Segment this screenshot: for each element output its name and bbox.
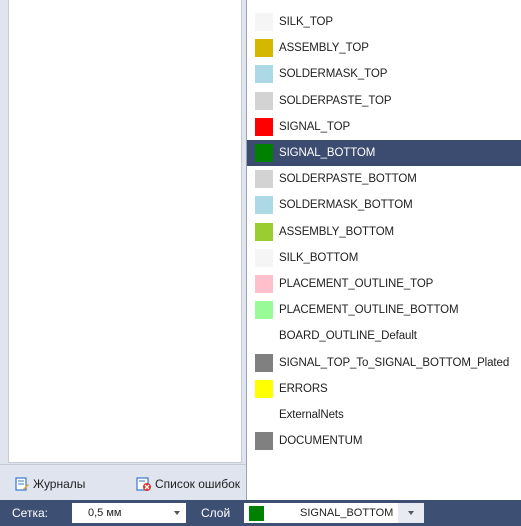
layer-item-label: SOLDERMASK_TOP <box>279 68 388 81</box>
layer-color-swatch <box>255 65 273 84</box>
layer-item[interactable]: SIGNAL_TOP <box>247 114 521 140</box>
layer-item[interactable]: SOLDERPASTE_TOP <box>247 88 521 114</box>
chevron-down-icon <box>174 511 180 515</box>
layer-item-label: SOLDERPASTE_TOP <box>279 94 392 107</box>
layer-item[interactable]: PLACEMENT_OUTLINE_TOP <box>247 271 521 297</box>
layer-color-swatch <box>255 39 273 58</box>
layer-item[interactable]: ASSEMBLY_TOP <box>247 35 521 61</box>
layer-item[interactable]: SILK_TOP <box>247 9 521 35</box>
document-area <box>0 0 246 464</box>
layer-item[interactable]: SOLDERMASK_BOTTOM <box>247 192 521 218</box>
layer-item-label: SILK_TOP <box>279 16 333 28</box>
layer-item-label: ASSEMBLY_TOP <box>279 42 369 55</box>
layer-color-swatch <box>255 144 273 162</box>
layer-item-label: SOLDERMASK_BOTTOM <box>279 199 413 212</box>
layer-color-swatch <box>255 301 273 320</box>
tab-errors-list[interactable]: Список ошибок <box>136 475 246 493</box>
layer-item-label: SIGNAL_TOP_To_SIGNAL_BOTTOM_Plated <box>279 356 510 369</box>
chevron-down-icon <box>408 511 414 515</box>
layer-dropdown-list: SILK_TOP ASSEMBLY_TOP SOLDERMASK_TOP SOLDER… <box>246 0 521 500</box>
layer-item-label: SILK_BOTTOM <box>279 251 359 264</box>
layer-color-swatch <box>255 327 273 346</box>
layer-item-label: DOCUMENTUM <box>279 435 363 448</box>
status-bar: Сетка: 0,5 мм Слой SIGNAL_BOTTOM <box>0 500 521 526</box>
layer-color-swatch <box>255 379 273 398</box>
tab-errors-label: Список ошибок <box>155 477 241 491</box>
layer-select[interactable]: SIGNAL_BOTTOM <box>244 503 424 523</box>
layer-item[interactable]: ExternalNets <box>247 402 521 428</box>
grid-value: 0,5 мм <box>88 507 122 519</box>
layer-item[interactable]: SIGNAL_TOP_To_SIGNAL_BOTTOM_Plated <box>247 350 521 376</box>
layer-color-swatch <box>255 170 273 189</box>
layer-item-label: ERRORS <box>279 382 328 395</box>
layer-item[interactable]: DOCUMENTUM <box>247 428 521 454</box>
layer-item-label: SOLDERPASTE_BOTTOM <box>279 173 417 186</box>
grid-select[interactable]: 0,5 мм <box>72 503 186 523</box>
layer-item-label: ExternalNets <box>279 409 344 421</box>
layer-color-swatch <box>255 248 273 267</box>
layer-item[interactable]: SILK_BOTTOM <box>247 245 521 271</box>
layer-color-swatch <box>255 13 273 31</box>
layer-color-swatch <box>255 275 273 293</box>
grid-label: Сетка: <box>12 506 48 520</box>
layer-item-label: BOARD_OUTLINE_Default <box>279 330 417 343</box>
tab-journals[interactable]: Журналы <box>14 475 85 493</box>
layer-color-swatch <box>255 406 273 424</box>
layer-item[interactable]: BOARD_OUTLINE_Default <box>247 323 521 349</box>
layer-color-swatch <box>255 117 273 136</box>
panel-tab-strip: Журналы Список ошибок <box>0 464 246 501</box>
layer-color-swatch <box>255 432 273 451</box>
layer-dropdown-button[interactable] <box>398 503 424 523</box>
layer-color-swatch <box>255 91 273 110</box>
layer-item[interactable]: PLACEMENT_OUTLINE_BOTTOM <box>247 297 521 323</box>
layer-value: SIGNAL_BOTTOM <box>300 507 394 519</box>
layer-item-label: PLACEMENT_OUTLINE_TOP <box>279 278 434 290</box>
layer-item-label: SIGNAL_TOP <box>279 120 351 133</box>
layer-item-label: ASSEMBLY_BOTTOM <box>279 225 395 238</box>
layer-item-label: SIGNAL_BOTTOM <box>279 147 376 159</box>
tab-journals-label: Журналы <box>33 477 86 491</box>
layer-item[interactable]: SIGNAL_BOTTOM <box>247 140 521 166</box>
journal-icon <box>14 476 30 492</box>
canvas-frame[interactable] <box>8 0 242 463</box>
layer-color-swatch <box>255 222 273 241</box>
layer-item-label: PLACEMENT_OUTLINE_BOTTOM <box>279 304 459 317</box>
layer-color-swatch <box>255 353 273 372</box>
layer-item[interactable]: SOLDERMASK_TOP <box>247 61 521 87</box>
layer-item[interactable]: SOLDERPASTE_BOTTOM <box>247 166 521 192</box>
layer-item[interactable]: ERRORS <box>247 376 521 402</box>
layer-color-swatch <box>255 196 273 215</box>
layer-label: Слой <box>201 506 231 520</box>
layer-item[interactable]: ASSEMBLY_BOTTOM <box>247 219 521 245</box>
error-list-icon <box>136 476 152 492</box>
layer-color-swatch <box>249 506 264 521</box>
